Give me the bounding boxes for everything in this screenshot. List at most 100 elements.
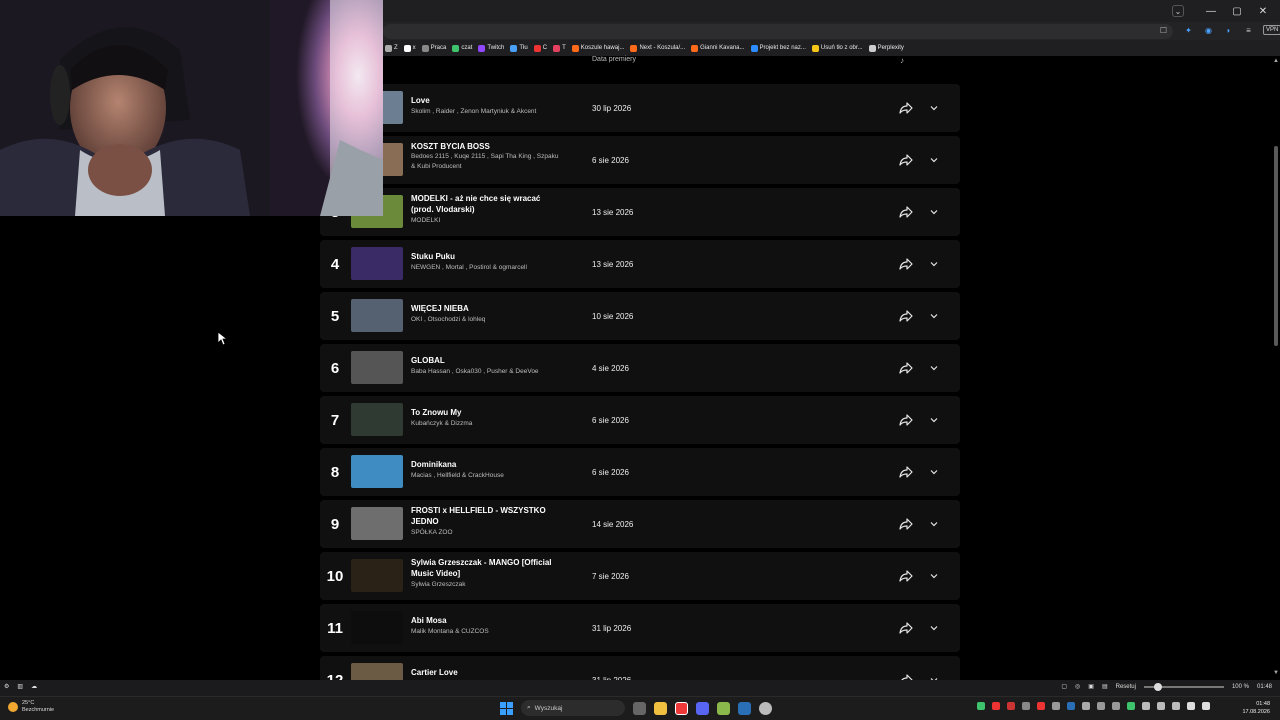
video-thumbnail[interactable] <box>351 403 403 436</box>
song-title[interactable]: Sylwia Grzeszczak - MANGO [Official Musi… <box>411 557 561 579</box>
share-icon[interactable] <box>898 620 914 636</box>
bookmark-item[interactable]: Gianni Kavana... <box>691 44 745 52</box>
release-date-header[interactable]: Data premiery <box>592 56 636 63</box>
song-artists[interactable]: Macias , Hellfield & CrackHouse <box>411 471 561 481</box>
task-view-icon[interactable] <box>633 701 646 715</box>
song-title[interactable]: GLOBAL <box>411 355 561 366</box>
tray-icon-13[interactable] <box>1157 702 1165 710</box>
microphone-icon[interactable] <box>1172 702 1180 710</box>
song-artists[interactable]: Sylwia Grzeszczak <box>411 580 561 590</box>
song-row[interactable]: 10 Sylwia Grzeszczak - MANGO [Official M… <box>320 552 960 600</box>
bookmark-item[interactable]: x <box>403 44 416 52</box>
chevron-down-icon[interactable] <box>927 361 941 375</box>
tray-icon-11[interactable] <box>1127 702 1135 710</box>
tray-icon-9[interactable] <box>1097 702 1105 710</box>
video-thumbnail[interactable] <box>351 507 403 540</box>
song-artists[interactable]: OKI , Otsochodzi & lohleq <box>411 315 561 325</box>
tray-icon-7[interactable] <box>1067 702 1075 710</box>
song-row[interactable]: 6 GLOBAL Baba Hassan , Oska030 , Pusher … <box>320 344 960 392</box>
song-row[interactable]: KOSZT BYCIA BOSS Bedoes 2115 , Kuqe 2115… <box>320 136 960 184</box>
song-artists[interactable]: Skolim , Raider , Zenon Martyniuk & Akce… <box>411 107 561 117</box>
video-thumbnail[interactable] <box>351 611 403 644</box>
song-artists[interactable]: SPÓŁKA ZOO <box>411 528 561 538</box>
video-thumbnail[interactable] <box>351 299 403 332</box>
song-row[interactable]: 8 Dominikana Macias , Hellfield & CrackH… <box>320 448 960 496</box>
bookmark-item[interactable]: czat <box>452 44 472 52</box>
song-artists[interactable]: Malik Montana & CUZCOS <box>411 627 561 637</box>
share-icon[interactable] <box>898 256 914 272</box>
voice-icon[interactable]: ◗ <box>1223 25 1234 36</box>
maximize-button[interactable]: ▢ <box>1228 3 1246 19</box>
wifi-icon[interactable] <box>1187 702 1195 710</box>
share-icon[interactable] <box>898 360 914 376</box>
tray-icon-3[interactable] <box>1007 702 1015 710</box>
bookmark-item[interactable]: Praca <box>421 44 446 52</box>
chevron-down-icon[interactable] <box>927 569 941 583</box>
chevron-down-icon[interactable] <box>927 465 941 479</box>
zoom-slider-knob[interactable] <box>1153 682 1162 691</box>
address-bar[interactable]: ☐ <box>383 24 1173 39</box>
song-title[interactable]: WIĘCEJ NIEBA <box>411 303 561 314</box>
chevron-down-icon[interactable] <box>927 257 941 271</box>
volume-icon[interactable] <box>1202 702 1210 710</box>
tab-search-button[interactable]: ⌄ <box>1172 5 1184 17</box>
bookmark-item[interactable]: Z <box>385 44 398 52</box>
tile-mode-icon[interactable]: ▣ <box>1088 683 1094 690</box>
tray-icon-12[interactable] <box>1142 702 1150 710</box>
tray-icon-2[interactable] <box>992 702 1000 710</box>
video-thumbnail[interactable] <box>351 455 403 488</box>
song-title[interactable]: Cartier Love <box>411 667 561 678</box>
steam-icon[interactable] <box>738 701 751 715</box>
song-row[interactable]: 7 To Znowu My Kubańczyk & Dizzma 6 sie 2… <box>320 396 960 444</box>
discord-icon[interactable] <box>696 701 709 715</box>
close-button[interactable]: ✕ <box>1254 3 1272 19</box>
share-icon[interactable] <box>898 100 914 116</box>
bookmark-item[interactable]: Tłu <box>510 44 528 52</box>
start-button[interactable] <box>500 701 513 715</box>
song-title[interactable]: To Znowu My <box>411 407 561 418</box>
song-artists[interactable]: NEWGEN , Mortal , Postirol & ogmarcell <box>411 263 561 273</box>
notepad-icon[interactable] <box>717 701 730 715</box>
bookmark-item[interactable]: Projekt bez naz... <box>750 44 806 52</box>
zoom-slider[interactable] <box>1143 682 1224 691</box>
song-row[interactable]: Love Skolim , Raider , Zenon Martyniuk &… <box>320 84 960 132</box>
minimize-button[interactable]: — <box>1202 3 1220 19</box>
bookmark-item[interactable]: Usuń tło z obr... <box>811 44 863 52</box>
tray-icon-1[interactable] <box>977 702 985 710</box>
screenshot-icon[interactable]: ▢ <box>1061 683 1067 690</box>
chevron-down-icon[interactable] <box>927 517 941 531</box>
song-artists[interactable]: Bedoes 2115 , Kuqe 2115 , Sapi Tha King … <box>411 152 561 172</box>
weather-widget[interactable]: 25°C Bezchmurnie <box>8 700 54 714</box>
song-title[interactable]: Dominikana <box>411 459 561 470</box>
bookmark-item[interactable]: C <box>533 44 547 52</box>
bookmark-item[interactable]: Twitch <box>478 44 504 52</box>
song-row[interactable]: 9 FROSTI x HELLFIELD - WSZYSTKO JEDNO SP… <box>320 500 960 548</box>
share-icon[interactable] <box>898 464 914 480</box>
panel-toggle-icon[interactable]: ⚙ <box>4 683 9 690</box>
file-explorer-icon[interactable] <box>654 701 667 715</box>
tray-icon-8[interactable] <box>1082 702 1090 710</box>
taskbar-clock[interactable]: 01:48 17.08.2026 <box>1242 700 1270 716</box>
share-icon[interactable] <box>898 204 914 220</box>
scroll-down-arrow[interactable]: ▼ <box>1273 670 1279 676</box>
bookmark-item[interactable]: T <box>553 44 566 52</box>
song-artists[interactable]: MODELKI <box>411 216 561 226</box>
song-title[interactable]: MODELKI - aż nie chce się wracać (prod. … <box>411 193 561 215</box>
song-title[interactable]: FROSTI x HELLFIELD - WSZYSTKO JEDNO <box>411 505 561 527</box>
vivaldi-icon[interactable] <box>675 701 688 715</box>
scrollbar-thumb[interactable] <box>1274 146 1278 346</box>
song-artists[interactable]: Baba Hassan , Oska030 , Pusher & DeeVoe <box>411 367 561 377</box>
chevron-down-icon[interactable] <box>927 309 941 323</box>
scroll-up-arrow[interactable]: ▲ <box>1273 58 1279 64</box>
song-row[interactable]: 11 Abi Mosa Malik Montana & CUZCOS 31 li… <box>320 604 960 652</box>
song-artists[interactable]: Kubańczyk & Dizzma <box>411 419 561 429</box>
tray-icon-6[interactable] <box>1052 702 1060 710</box>
share-icon[interactable] <box>898 516 914 532</box>
song-title[interactable]: KOSZT BYCIA BOSS <box>411 141 561 152</box>
share-icon[interactable] <box>898 568 914 584</box>
song-row[interactable]: 3 MODELKI - aż nie chce się wracać (prod… <box>320 188 960 236</box>
settings-icon[interactable]: ≡ <box>1243 25 1254 36</box>
chevron-down-icon[interactable] <box>927 153 941 167</box>
vpn-button[interactable]: VPN <box>1263 25 1280 35</box>
taskbar-search[interactable]: ⌕ Wyszukaj <box>521 700 625 716</box>
